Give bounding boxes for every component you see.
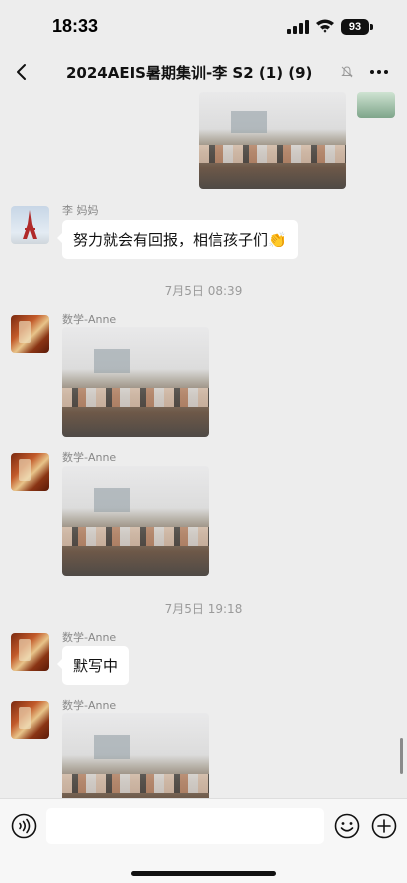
more-icon[interactable] [370,70,388,74]
message-input[interactable] [46,808,324,844]
avatar[interactable] [11,453,49,491]
wifi-icon [316,19,334,33]
scrollbar[interactable] [400,738,403,774]
message-image[interactable] [62,466,209,576]
voice-icon[interactable] [11,813,37,839]
avatar[interactable] [11,315,49,353]
home-indicator[interactable] [131,871,276,876]
battery-icon: 93 [341,19,369,35]
message-image[interactable] [62,713,209,798]
chat-title: 2024AEIS暑期集训-李 S2 (1) (9) [66,64,313,82]
status-bar: 18:33 93 [0,0,407,52]
message-bubble[interactable]: 默写中 [56,646,130,685]
message-image-partial[interactable] [357,92,395,118]
message-image[interactable] [199,92,346,189]
avatar[interactable] [11,633,49,671]
back-icon[interactable] [12,62,32,82]
sender-name: 数学-Anne [62,451,117,464]
eiffel-tower-icon [23,210,37,239]
chat-area[interactable]: 李 妈妈 努力就会有回报，相信孩子们👏 7月5日 08:39 数学-Anne 数… [0,92,407,798]
message-text: 默写中 [73,657,119,675]
message-image[interactable] [62,327,209,437]
avatar[interactable] [11,206,49,244]
sender-name: 数学-Anne [62,631,117,644]
sender-name: 李 妈妈 [62,204,99,217]
mute-icon [341,66,353,78]
sender-name: 数学-Anne [62,699,117,712]
chat-header: 2024AEIS暑期集训-李 S2 (1) (9) [0,52,407,92]
timestamp: 7月5日 19:18 [164,602,243,616]
emoji-icon[interactable] [334,813,360,839]
signal-icon [287,20,309,34]
plus-icon[interactable] [371,813,397,839]
avatar[interactable] [11,701,49,739]
message-text: 努力就会有回报，相信孩子们👏 [73,231,287,249]
timestamp: 7月5日 08:39 [164,284,243,298]
battery-tip [370,24,373,30]
message-bubble[interactable]: 努力就会有回报，相信孩子们👏 [57,220,298,259]
sender-name: 数学-Anne [62,313,117,326]
status-time: 18:33 [52,16,99,36]
